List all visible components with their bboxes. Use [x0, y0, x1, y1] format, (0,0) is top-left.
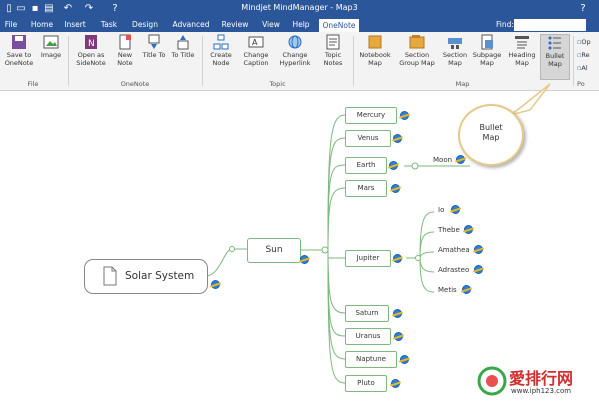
- planet-label: Jupiter: [356, 254, 380, 262]
- ie-icon[interactable]: [400, 111, 409, 120]
- ie-icon[interactable]: [393, 134, 402, 143]
- ie-icon[interactable]: [456, 155, 465, 164]
- planet-label: Mercury: [356, 111, 386, 119]
- ie-icon[interactable]: [393, 309, 402, 318]
- ie-icon[interactable]: [393, 254, 402, 263]
- planet-label: Mars: [357, 184, 375, 192]
- ie-icon[interactable]: [391, 184, 400, 193]
- jupiter-moon-topic[interactable]: Thebe: [438, 226, 460, 234]
- jupiter-moon-topic[interactable]: Adrasteo: [438, 266, 469, 274]
- planet-label: Saturn: [355, 309, 379, 317]
- planet-label: Naptune: [356, 355, 386, 363]
- ie-icon[interactable]: [464, 225, 473, 234]
- jupiter-moon-topic[interactable]: Amathea: [438, 246, 470, 254]
- planet-topic[interactable]: Uranus: [345, 328, 391, 345]
- planet-label: Earth: [356, 161, 376, 169]
- callout-pointer: [510, 83, 551, 116]
- planet-topic[interactable]: Mars: [345, 180, 387, 197]
- watermark-logo-icon: [477, 366, 507, 396]
- planet-label: Venus: [357, 134, 379, 142]
- planet-label: Uranus: [355, 332, 381, 340]
- jupiter-moon-topic[interactable]: Io: [438, 206, 444, 214]
- watermark-url: www.iph123.com: [511, 387, 572, 395]
- document-icon: [103, 266, 117, 286]
- ie-icon[interactable]: [462, 285, 471, 294]
- jupiter-moon-topic[interactable]: Metis: [438, 286, 457, 294]
- ie-icon[interactable]: [211, 280, 220, 289]
- planet-topic[interactable]: Jupiter: [345, 250, 391, 267]
- planet-label: Pluto: [357, 379, 375, 387]
- planet-topic[interactable]: Earth: [345, 157, 387, 174]
- ie-icon[interactable]: [400, 355, 409, 364]
- planet-topic[interactable]: Saturn: [345, 305, 389, 322]
- ie-icon[interactable]: [391, 379, 400, 388]
- map-connectors: [205, 114, 470, 384]
- watermark: 愛排行网 www.iph123.com: [477, 363, 595, 399]
- callout-text: Bullet Map: [479, 123, 503, 142]
- sun-label: Sun: [265, 245, 283, 255]
- planet-topic[interactable]: Venus: [345, 130, 391, 147]
- moon-topic[interactable]: Moon: [433, 156, 452, 164]
- ie-icon[interactable]: [451, 205, 460, 214]
- planet-topic[interactable]: Pluto: [345, 375, 387, 392]
- ie-icon[interactable]: [474, 245, 483, 254]
- planet-topic[interactable]: Naptune: [345, 351, 397, 368]
- ie-icon[interactable]: [394, 332, 403, 341]
- ie-icon[interactable]: [389, 161, 398, 170]
- root-topic-label: Solar System: [125, 270, 195, 282]
- ie-icon[interactable]: [474, 265, 483, 274]
- ie-icon[interactable]: [300, 255, 309, 264]
- root-topic[interactable]: Solar System: [84, 259, 208, 294]
- bullet-map-callout: Bullet Map: [458, 104, 524, 166]
- planet-topic[interactable]: Mercury: [345, 107, 397, 124]
- watermark-text: 愛排行网: [509, 369, 574, 388]
- sun-topic[interactable]: Sun: [247, 238, 301, 263]
